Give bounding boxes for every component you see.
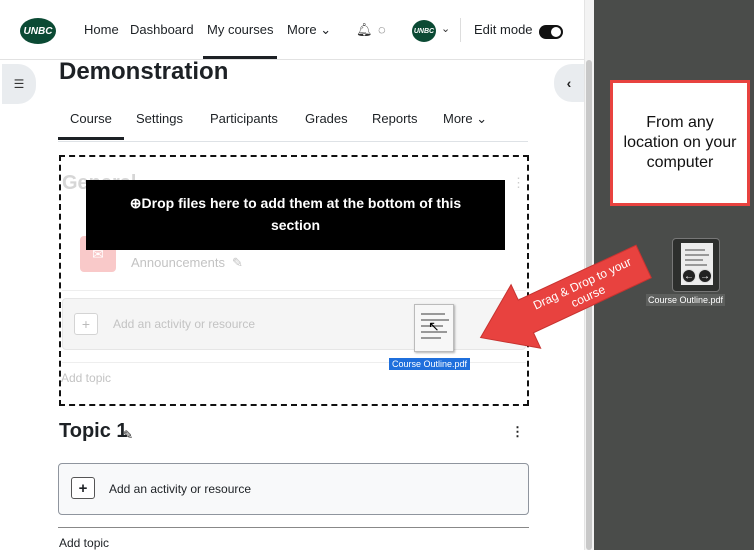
bell-icon[interactable]: 🔔︎ [356,22,373,38]
chevron-down-icon[interactable]: ⌄ [441,22,450,35]
edit-pencil-icon[interactable]: ✎ [123,428,133,442]
page-title: Demonstration [59,58,229,85]
callout-text: From any location on your computer [623,114,737,171]
arrow-right-icon: → [698,269,712,283]
tab-participants[interactable]: Participants [210,111,278,126]
nav-home-link[interactable]: Home [84,22,119,37]
section-title-topic-1: Topic 1 [59,420,128,442]
tab-reports[interactable]: Reports [372,111,418,126]
navbar-divider [460,18,461,42]
add-topic-link[interactable]: Add topic [59,536,109,550]
tab-course[interactable]: Course [58,111,124,140]
chat-icon[interactable]: ◌ [378,22,386,37]
mouse-cursor-icon: ↖ [428,318,440,334]
kebab-menu-icon: ⋮ [512,175,525,190]
kebab-menu-icon[interactable]: ⋮ [511,424,524,440]
nav-dashboard-link[interactable]: Dashboard [130,22,194,37]
drag-arrow-icon: Drag & Drop to your course [479,244,652,349]
plus-icon: + [71,477,95,499]
add-activity-label: Add an activity or resource [109,482,252,496]
tab-grades[interactable]: Grades [305,111,348,126]
announcements-link[interactable]: Announcements [131,255,225,270]
tab-more[interactable]: More ⌄ [443,111,487,127]
plus-icon: + [74,313,98,335]
preview-nav-icons: ← → [679,269,715,285]
dragged-file-label: Course Outline.pdf [389,358,471,370]
user-avatar[interactable]: UNBC [412,20,436,42]
list-icon: ☰ [13,77,25,91]
edit-mode-label: Edit mode [474,22,533,37]
nav-more-link[interactable]: More ⌄ [287,22,331,38]
nav-my-courses-link[interactable]: My courses [202,22,278,59]
drop-files-tooltip: ⊕Drop files here to add them at the bott… [86,180,505,250]
add-activity-label: Add an activity or resource [113,317,256,331]
block-drawer-button[interactable]: ‹ [554,64,584,102]
divider [62,290,526,291]
desktop-pdf-file[interactable]: ← → [672,238,720,292]
course-secondary-nav: Course Settings Participants Grades Repo… [58,100,528,142]
course-index-button[interactable]: ☰ [2,64,36,104]
add-topic-link[interactable]: Add topic [61,371,111,385]
arrow-left-icon: ← [682,269,696,283]
tab-settings[interactable]: Settings [136,111,183,126]
divider [58,527,529,528]
callout-box: From any location on your computer [610,80,750,206]
edit-mode-toggle[interactable] [539,25,563,39]
pencil-icon: ✎ [232,255,243,270]
site-logo[interactable]: UNBC [20,18,56,44]
chevron-left-icon: ‹ [566,75,572,91]
